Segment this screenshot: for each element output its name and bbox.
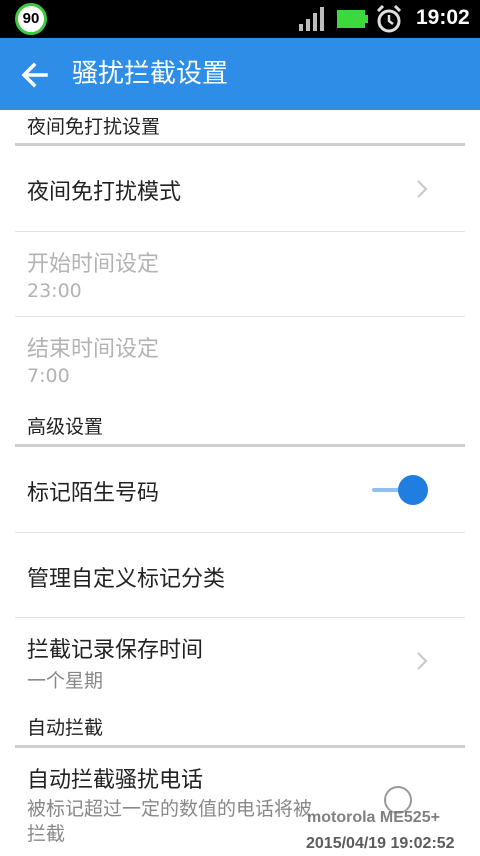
auto-block-description-line2: 拦截 — [27, 823, 66, 845]
start-time-value: 23:00 — [27, 280, 82, 302]
mark-stranger-row[interactable]: 标记陌生号码 — [15, 447, 465, 533]
manage-custom-row[interactable]: 管理自定义标记分类 — [15, 533, 465, 618]
section-header-label: 夜间免打扰设置 — [27, 116, 161, 138]
status-time: 19:02 — [416, 6, 470, 29]
retention-row[interactable]: 拦截记录保存时间 一个星期 — [15, 618, 465, 703]
end-time-title: 结束时间设定 — [27, 337, 160, 362]
mark-stranger-title: 标记陌生号码 — [27, 481, 160, 506]
watermark-device: motorola ME525+ — [307, 809, 440, 826]
retention-title: 拦截记录保存时间 — [27, 638, 204, 663]
section-header-night: 夜间免打扰设置 — [15, 110, 465, 146]
notification-badge-icon: 90 — [15, 3, 47, 35]
section-header-label: 自动拦截 — [27, 717, 104, 739]
start-time-row[interactable]: 开始时间设定 23:00 — [15, 232, 465, 317]
auto-block-description-line1: 被标记超过一定的数值的电话将被 — [27, 798, 313, 820]
end-time-value: 7:00 — [27, 365, 70, 387]
section-header-advanced: 高级设置 — [15, 402, 465, 447]
alarm-clock-icon — [376, 5, 402, 33]
chevron-right-icon — [417, 180, 428, 198]
auto-block-title: 自动拦截骚扰电话 — [27, 768, 204, 793]
manage-custom-title: 管理自定义标记分类 — [27, 567, 226, 592]
night-mode-row[interactable]: 夜间免打扰模式 — [15, 146, 465, 232]
arrow-left-icon[interactable] — [20, 60, 50, 90]
retention-value: 一个星期 — [27, 670, 104, 692]
signal-icon — [299, 7, 324, 31]
toggle-thumb — [398, 475, 428, 505]
section-header-auto-block: 自动拦截 — [15, 703, 465, 748]
night-mode-title: 夜间免打扰模式 — [27, 180, 182, 205]
settings-list[interactable]: 夜间免打扰设置 夜间免打扰模式 开始时间设定 23:00 结束时间设定 7:00… — [0, 110, 480, 854]
watermark-datetime: 2015/04/19 19:02:52 — [306, 835, 455, 852]
app-bar: 骚扰拦截设置 — [0, 38, 480, 110]
start-time-title: 开始时间设定 — [27, 252, 160, 277]
page-title: 骚扰拦截设置 — [72, 59, 229, 89]
battery-icon — [337, 10, 368, 28]
section-header-label: 高级设置 — [27, 416, 104, 438]
end-time-row[interactable]: 结束时间设定 7:00 — [15, 317, 465, 402]
chevron-right-icon — [417, 652, 428, 670]
status-bar: 90 19:02 — [0, 0, 480, 38]
mark-stranger-toggle[interactable] — [370, 473, 432, 507]
